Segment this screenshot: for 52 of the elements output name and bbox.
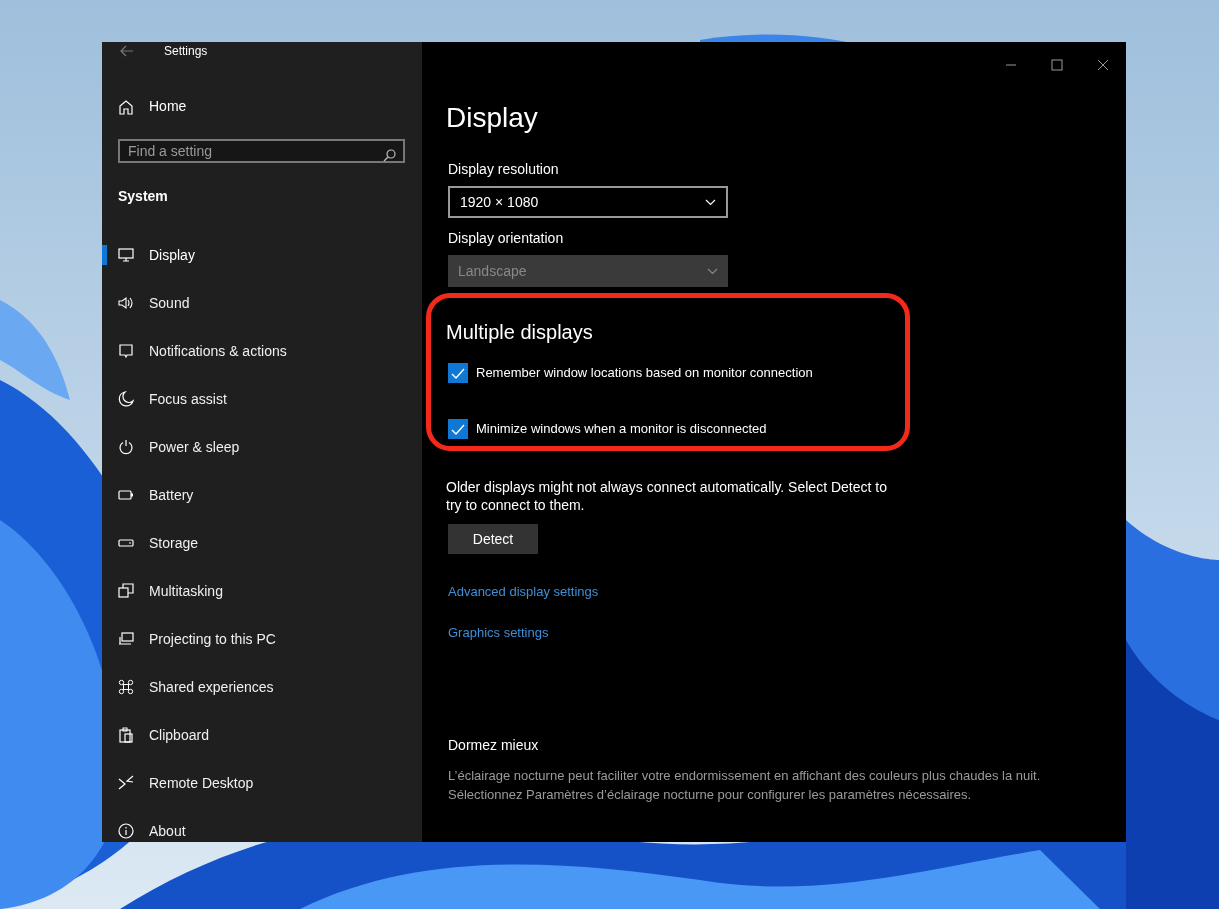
checkbox-label[interactable]: Remember window locations based on monitor connection (476, 363, 813, 383)
description-text: L’éclairage nocturne peut faciliter votre endormissement en affichant des couleurs plus chaudes la nuit. Sélectionnez Paramètres d’éclairage nocturne pour configurer les paramètres nécessaires. (448, 767, 1042, 804)
chevron-down-icon (707, 267, 718, 275)
search-field[interactable]: Find a setting (118, 139, 405, 163)
sidebar-item[interactable]: Remote Desktop (118, 770, 254, 796)
sidebar-item[interactable]: Multitasking (118, 578, 223, 604)
windows-stack-icon (118, 583, 134, 599)
sidebar-item[interactable]: Projecting to this PC (118, 626, 276, 652)
info-icon (118, 823, 134, 839)
section-heading: Dormez mieux (448, 736, 539, 755)
sidebar-item[interactable]: Clipboard (118, 722, 209, 748)
window-title: Settings (164, 43, 208, 60)
field-label: Display orientation (448, 229, 564, 248)
moon-icon (118, 391, 134, 407)
checkbox[interactable] (448, 419, 468, 439)
sidebar-item[interactable]: Sound (118, 290, 190, 316)
link[interactable]: Graphics settings (448, 622, 549, 642)
sidebar-item[interactable]: Notifications & actions (118, 338, 287, 364)
sidebar-item[interactable]: Focus assist (118, 386, 227, 412)
speaker-icon (118, 295, 134, 311)
section-heading: System (118, 187, 169, 206)
command-key-icon (118, 679, 134, 695)
home-link[interactable]: Home (118, 96, 187, 117)
dropdown[interactable]: 1920 × 1080 (448, 186, 728, 218)
search-icon (383, 149, 396, 162)
chevron-down-icon (705, 198, 716, 206)
remote-arrows-icon (118, 775, 134, 791)
sidebar-item[interactable]: Display (118, 242, 195, 268)
sidebar-item[interactable]: Shared experiences (118, 674, 274, 700)
home-icon (118, 98, 134, 115)
projector-icon (118, 631, 134, 647)
clipboard-icon (118, 727, 134, 743)
sidebar-item[interactable]: Battery (118, 482, 194, 508)
speech-bubble-icon (118, 343, 134, 359)
back-arrow-icon[interactable] (120, 45, 134, 57)
checkbox-label[interactable]: Minimize windows when a monitor is disconnected (476, 419, 767, 439)
monitor-icon (118, 247, 134, 263)
section-heading: Multiple displays (446, 320, 593, 345)
battery-icon (118, 487, 134, 503)
description-text: Older displays might not always connect automatically. Select Detect to try to connect to them. (446, 478, 888, 514)
close-icon[interactable] (1097, 59, 1109, 71)
selection-indicator (102, 245, 107, 265)
link[interactable]: Advanced display settings (448, 582, 599, 602)
power-icon (118, 439, 134, 455)
field-label: Display resolution (448, 160, 559, 179)
page-title: Display (446, 101, 538, 135)
sidebar-item[interactable]: Storage (118, 530, 199, 556)
detect-button[interactable]: Detect (448, 524, 538, 554)
checkbox[interactable] (448, 363, 468, 383)
sidebar-item[interactable]: Power & sleep (118, 434, 240, 460)
maximize-icon[interactable] (1051, 59, 1063, 71)
sidebar-item[interactable]: About (118, 818, 186, 842)
